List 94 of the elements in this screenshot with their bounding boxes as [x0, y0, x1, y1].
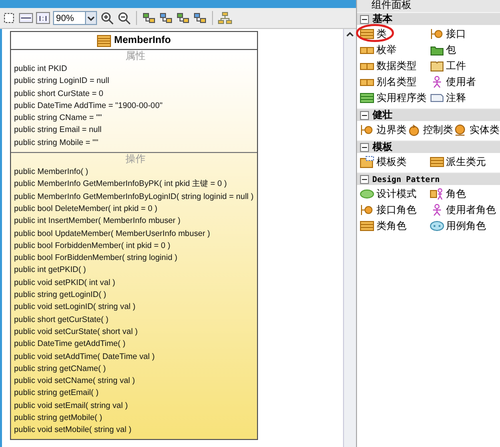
- control-icon: [406, 124, 421, 136]
- palette-item[interactable]: 边界类: [360, 122, 407, 138]
- palette-item[interactable]: 类角色: [360, 218, 430, 234]
- operation: public void setEmail( string val ): [14, 400, 129, 412]
- operation: public MemberInfo GetMemberInfoByPK( int pkid 主键 = 0 ): [14, 178, 228, 190]
- section-title[interactable]: 模板: [372, 140, 392, 154]
- enum-icon: [360, 60, 374, 72]
- enum-icon: [360, 76, 374, 88]
- class-icon: [97, 34, 112, 46]
- zoom-in-icon[interactable]: [100, 11, 114, 25]
- folder-icon: [430, 44, 444, 56]
- operation: public MemberInfo( ): [14, 166, 90, 178]
- palette-item[interactable]: 角色: [430, 186, 500, 202]
- class-icon: [430, 156, 444, 168]
- attribute: public DateTime AddTime = "1900-00-00": [14, 100, 164, 112]
- palette-item[interactable]: 注释: [430, 90, 500, 106]
- attribute: public string Email = null: [14, 124, 102, 136]
- palette-item[interactable]: 实用程序类: [360, 90, 430, 106]
- usecase-icon: [430, 220, 444, 232]
- operation: public void setPKID( int val ): [14, 276, 116, 289]
- section-label: 操作: [124, 153, 146, 166]
- section-title[interactable]: 健壮: [372, 108, 392, 122]
- collapse-icon[interactable]: [360, 110, 370, 120]
- operation: public bool ForBiddenMember( string loginid ): [14, 252, 178, 264]
- lollipop-icon: [430, 28, 444, 40]
- operation: public void setCurState( short val ): [14, 326, 139, 338]
- operation: public string getCName( ): [14, 362, 107, 375]
- palette-item[interactable]: 别名类型: [360, 74, 430, 90]
- class-icon: [360, 28, 374, 40]
- palette-item[interactable]: 枚举: [360, 42, 430, 58]
- enum-icon: [360, 44, 374, 56]
- operation: public string getLoginID( ): [14, 289, 108, 302]
- palette-item[interactable]: 接口角色: [360, 202, 430, 218]
- operation: public int InsertMember( MemberInfo mbuser ): [14, 215, 182, 228]
- note-icon: [430, 92, 444, 104]
- operation: public bool UpdateMember( MemberUserInfo mbuser ): [14, 228, 212, 240]
- operation: public int getPKID( ): [14, 264, 87, 276]
- scrollbar[interactable]: [343, 29, 356, 447]
- palette-item[interactable]: 工件: [430, 58, 500, 74]
- operation: public void setMobile( string val ): [14, 424, 132, 436]
- palette-item[interactable]: 控制类: [406, 122, 454, 138]
- palette-title: 组件面板: [357, 0, 500, 12]
- book-icon: [430, 60, 444, 72]
- palette-item[interactable]: 实体类: [453, 122, 500, 138]
- operation: public short getCurState( ): [14, 314, 110, 326]
- palette-item[interactable]: 使用者: [430, 74, 500, 90]
- palette-item[interactable]: 类: [360, 26, 430, 42]
- section-label: 属性: [124, 50, 146, 63]
- operation: public DateTime getAddTime( ): [14, 338, 126, 350]
- ellipse-icon: [360, 188, 374, 200]
- fit-width-icon[interactable]: [19, 11, 33, 25]
- class-icon: [360, 220, 374, 232]
- entity-icon: [453, 124, 468, 136]
- palette-item[interactable]: 使用者角色: [430, 202, 500, 218]
- palette-item[interactable]: 包: [430, 42, 500, 58]
- layout-icon[interactable]: [176, 11, 190, 25]
- zoom-dropdown[interactable]: 90%: [53, 11, 97, 25]
- section-title[interactable]: 基本: [372, 12, 392, 26]
- class-name: MemberInfo: [114, 35, 171, 46]
- operation: public bool ForbiddenMember( int pkid = 0 ): [14, 240, 172, 252]
- layout-icon[interactable]: [142, 11, 156, 25]
- layout-icon[interactable]: [193, 11, 207, 25]
- operation: public MemberInfo GetMemberInfoByLoginID( string loginid = null ): [14, 190, 255, 203]
- palette-item[interactable]: 设计模式: [360, 186, 430, 202]
- lollipop-icon: [360, 204, 374, 216]
- attribute: public short CurState = 0: [14, 88, 104, 100]
- palette-item[interactable]: 模板类: [360, 154, 430, 170]
- attribute: public string Mobile = "": [14, 136, 100, 149]
- collapse-icon[interactable]: [360, 14, 370, 24]
- tree-layout-icon[interactable]: [218, 11, 232, 25]
- operation: public void setLoginID( string val ): [14, 301, 136, 314]
- caret-icon[interactable]: [85, 12, 96, 24]
- attribute: public string CName = "": [14, 112, 103, 124]
- operation: public string getEmail( ): [14, 387, 100, 400]
- actual-size-icon[interactable]: [36, 11, 50, 25]
- collapse-icon[interactable]: [360, 142, 370, 152]
- operation: public void setAddTime( DateTime val ): [14, 350, 156, 363]
- palette-item[interactable]: 用例角色: [430, 218, 500, 234]
- template-icon: [360, 156, 374, 168]
- fit-icon[interactable]: [2, 11, 16, 25]
- operation: public bool DeleteMember( int pkid = 0 ): [14, 202, 158, 215]
- role-icon: [430, 188, 444, 200]
- utility-class-icon: [360, 92, 374, 104]
- palette-item[interactable]: 接口: [430, 26, 500, 42]
- attribute: public int PKID: [14, 63, 68, 75]
- attribute: public string LoginID = null: [14, 75, 110, 88]
- layout-icon[interactable]: [159, 11, 173, 25]
- lollipop-icon: [360, 124, 374, 136]
- palette-item[interactable]: 数据类型: [360, 58, 430, 74]
- operation: public string getMobile( ): [14, 412, 104, 424]
- zoom-out-icon[interactable]: [117, 11, 131, 25]
- operation: public void setCName( string val ): [14, 375, 136, 388]
- collapse-icon[interactable]: [360, 174, 370, 184]
- palette-item[interactable]: 派生类元: [430, 154, 500, 170]
